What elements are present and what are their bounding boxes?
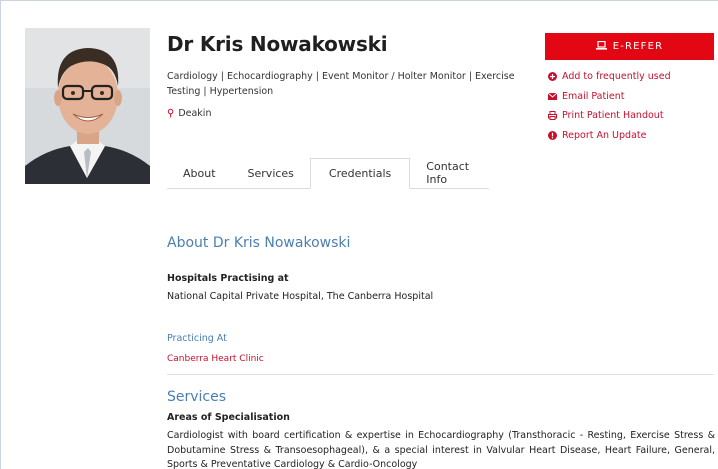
doctor-photo <box>25 28 150 184</box>
email-patient-link[interactable]: Email Patient <box>548 87 671 107</box>
tab-about[interactable]: About <box>167 158 232 188</box>
exclamation-circle-icon <box>548 130 557 140</box>
email-patient-label: Email Patient <box>562 90 625 102</box>
doctor-name: Dr Kris Nowakowski <box>167 32 388 56</box>
laptop-icon <box>595 40 607 53</box>
add-frequently-used-link[interactable]: Add to frequently used <box>548 67 671 87</box>
e-refer-label: E-REFER <box>612 41 664 52</box>
e-refer-button[interactable]: E-REFER <box>545 33 714 60</box>
printer-icon <box>548 111 557 121</box>
hospitals-label: Hospitals Practising at <box>167 273 289 284</box>
practicing-at-label: Practicing At <box>167 333 227 344</box>
print-handout-link[interactable]: Print Patient Handout <box>548 106 671 126</box>
areas-label: Areas of Specialisation <box>167 412 290 423</box>
action-links: Add to frequently used Email Patient Pri… <box>548 67 671 145</box>
about-heading: About Dr Kris Nowakowski <box>167 235 351 251</box>
specialties-list: Cardiology | Echocardiography | Event Mo… <box>167 71 515 97</box>
location-label: Deakin <box>178 108 212 119</box>
location: ⚲ Deakin <box>167 108 211 119</box>
add-frequently-used-label: Add to frequently used <box>562 71 671 83</box>
report-update-link[interactable]: Report An Update <box>548 126 671 146</box>
plus-circle-icon <box>548 72 557 82</box>
print-handout-label: Print Patient Handout <box>562 110 664 122</box>
tab-credentials[interactable]: Credentials <box>309 158 411 189</box>
profile-tabs: About Services Credentials Contact Info <box>167 158 489 189</box>
tab-contact-info[interactable]: Contact Info <box>410 158 489 188</box>
envelope-icon <box>548 92 557 101</box>
hospitals-value: National Capital Private Hospital, The C… <box>167 291 434 302</box>
practice-link[interactable]: Canberra Heart Clinic <box>167 354 264 364</box>
map-pin-icon: ⚲ <box>167 107 175 119</box>
tab-services[interactable]: Services <box>232 158 310 188</box>
profile-page: Dr Kris Nowakowski Cardiology | Echocard… <box>0 0 718 469</box>
section-divider <box>167 374 714 375</box>
services-heading: Services <box>167 389 227 405</box>
areas-text: Cardiologist with board certification & … <box>167 430 715 469</box>
report-update-label: Report An Update <box>562 129 647 141</box>
